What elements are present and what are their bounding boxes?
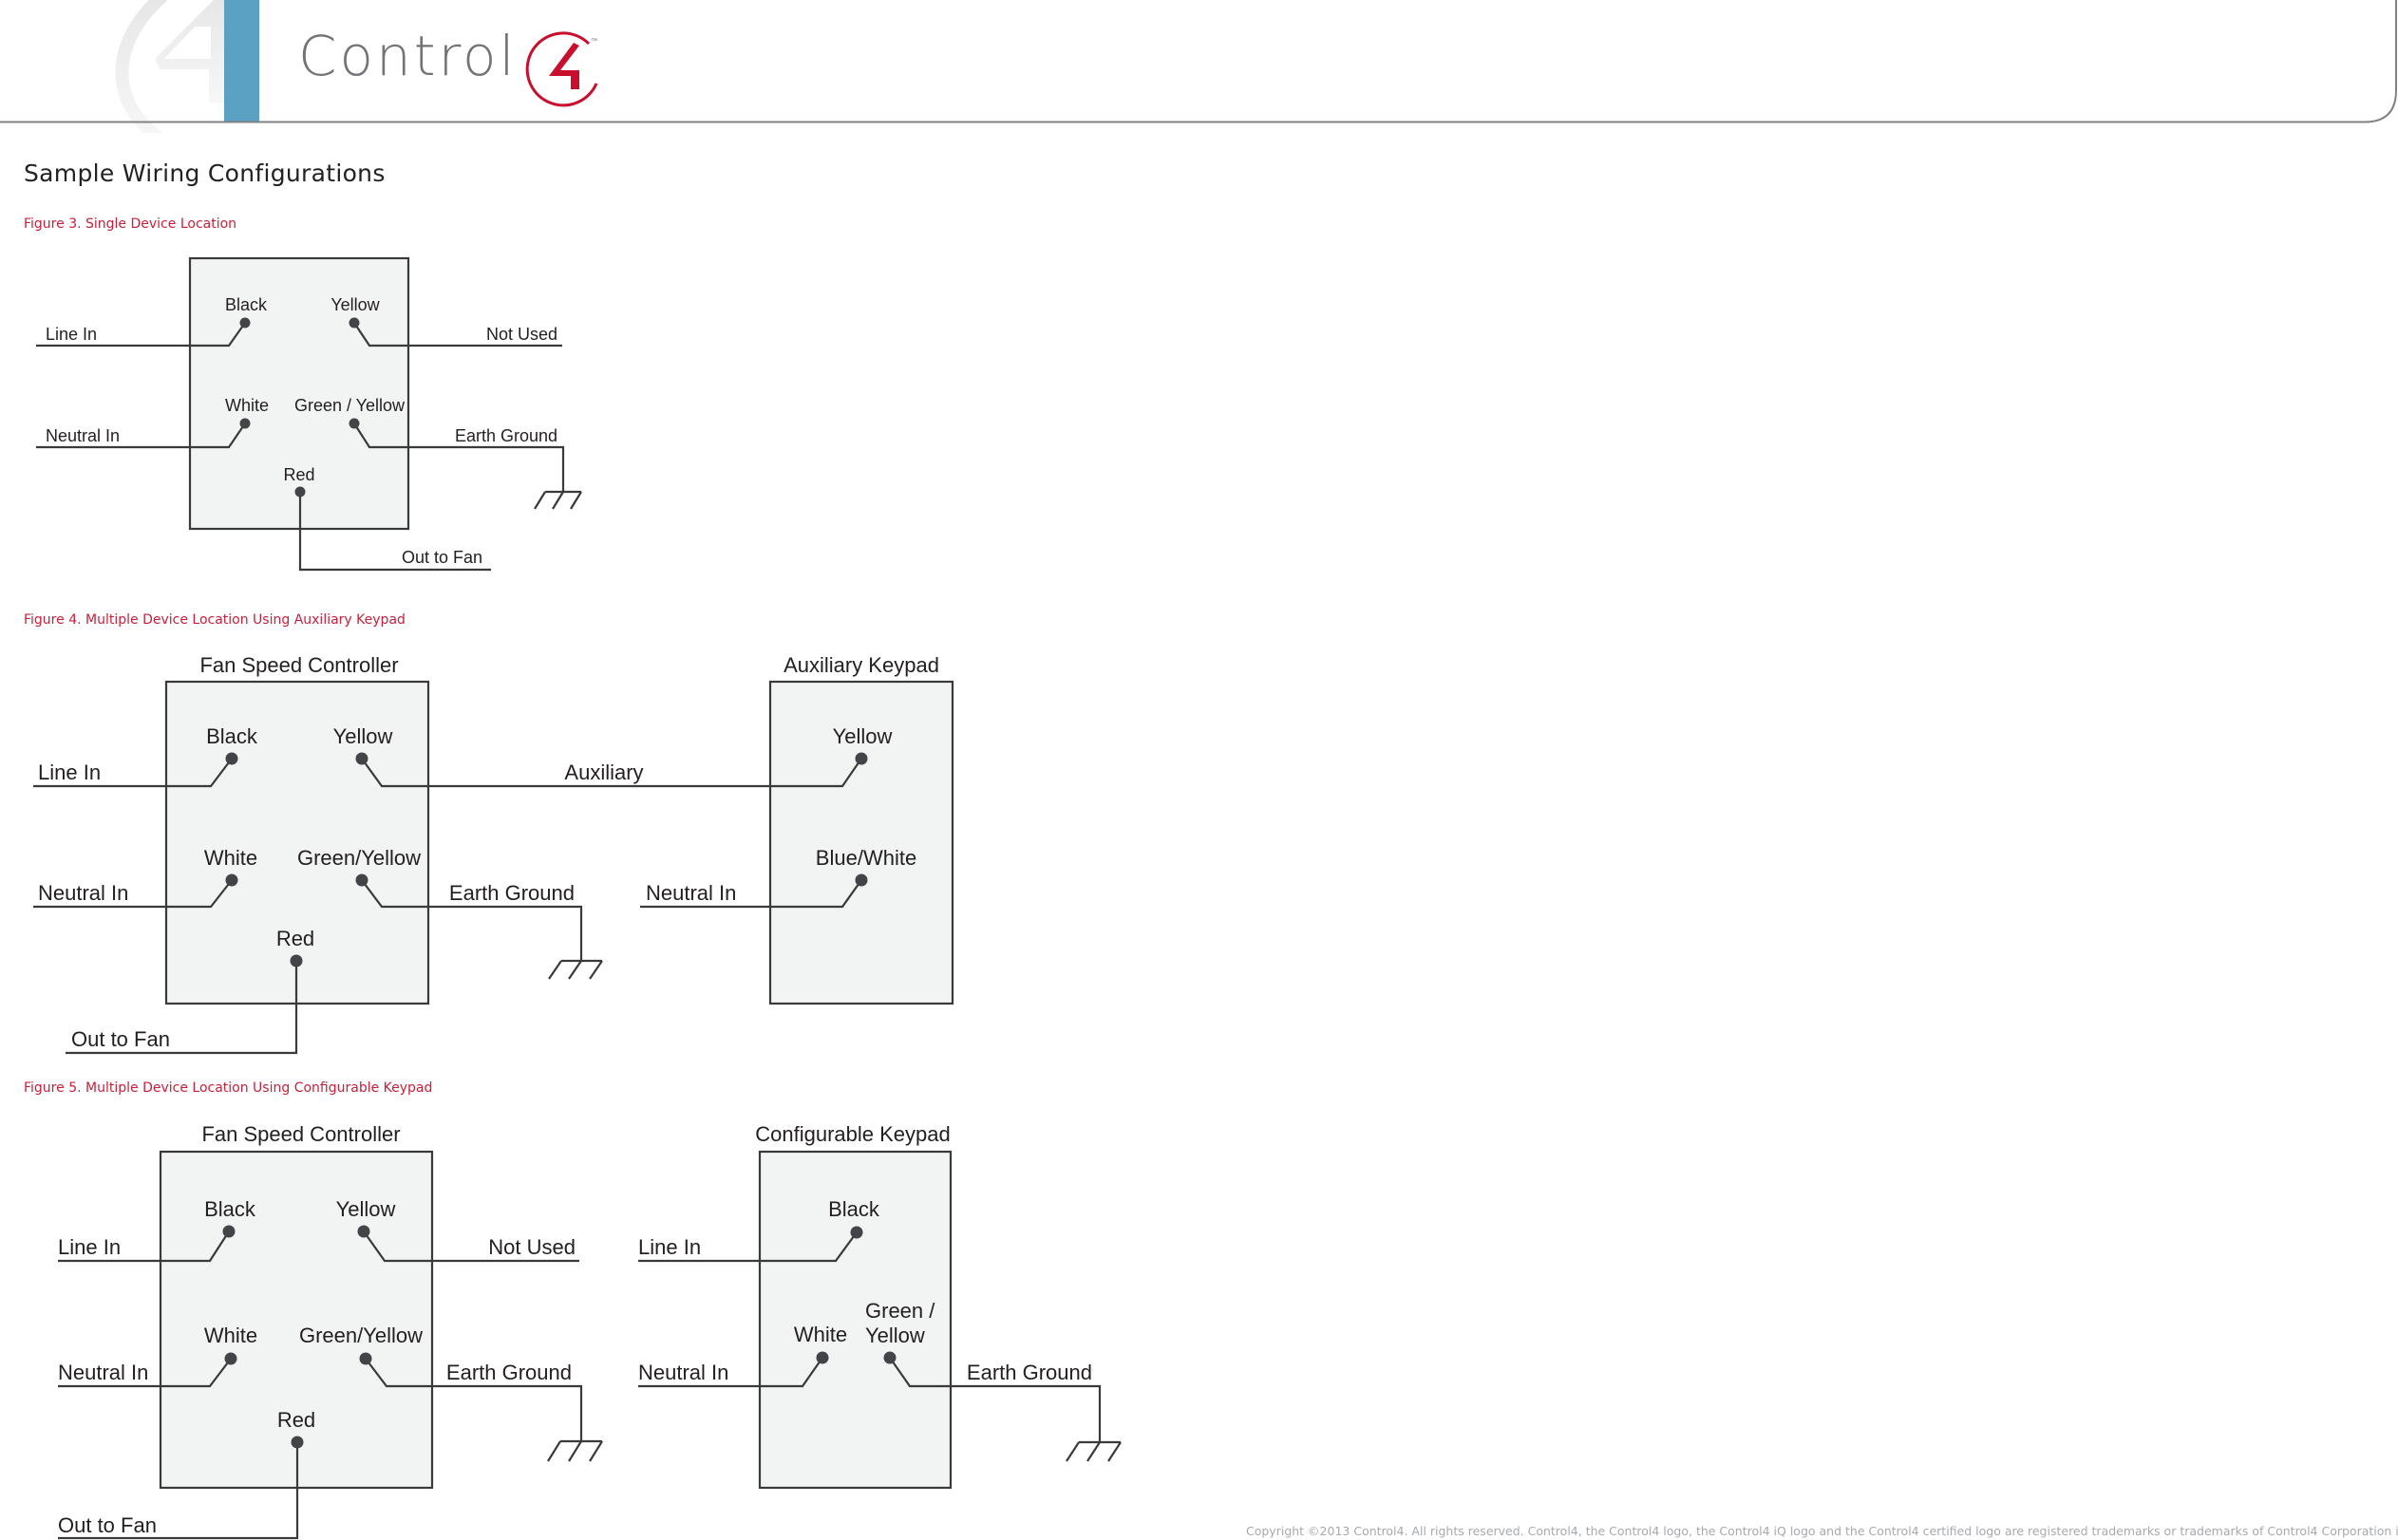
terminal-green-yellow: [883, 1351, 897, 1364]
device-title: Fan Speed Controller: [201, 1122, 400, 1146]
terminal-red: [291, 1436, 304, 1449]
terminal-white: [225, 873, 238, 887]
wire-label: Out to Fan: [402, 548, 482, 567]
terminal-label: Yellow: [336, 1197, 396, 1221]
wire-label: Not Used: [488, 1235, 576, 1259]
ground-symbol-icon: [548, 959, 603, 980]
ground-symbol-icon: [534, 490, 582, 510]
terminal-label: Green/Yellow: [299, 1324, 423, 1347]
wire-label: Neutral In: [46, 426, 120, 445]
terminal-yellow: [357, 1225, 370, 1238]
wire-label: Auxiliary: [564, 761, 643, 784]
terminal-black: [222, 1225, 236, 1238]
wire-label: Line In: [46, 325, 97, 344]
terminal-blue-white: [855, 873, 868, 887]
terminal-label: Red: [276, 927, 314, 950]
terminal-red: [294, 486, 306, 498]
wire-label: Neutral In: [638, 1361, 728, 1384]
terminal-label: Yellow: [330, 295, 380, 314]
wire-label: Earth Ground: [455, 426, 557, 445]
wire-label: Not Used: [486, 325, 557, 344]
terminal-label: Green/Yellow: [297, 846, 421, 870]
figure-4-diagram: Fan Speed Controller Auxiliary Keypad Bl…: [33, 653, 954, 1055]
terminal-white: [816, 1351, 829, 1364]
terminal-label: White: [794, 1323, 847, 1346]
terminal-white: [224, 1352, 237, 1365]
wire-label: Out to Fan: [58, 1513, 157, 1537]
device-title: Fan Speed Controller: [199, 653, 398, 677]
terminal-label: Green / Yellow: [294, 396, 406, 415]
wire-label: Earth Ground: [446, 1361, 572, 1384]
copyright-notice: Copyright ©2013 Control4. All rights res…: [1246, 1524, 2398, 1538]
wire-label: Line In: [638, 1235, 701, 1259]
terminal-black: [850, 1226, 863, 1239]
terminal-label: Yellow: [333, 724, 393, 748]
terminal-black: [225, 752, 238, 765]
terminal-label: Black: [225, 295, 268, 314]
terminal-label: Red: [283, 465, 314, 484]
wire-label: Earth Ground: [967, 1361, 1092, 1384]
wire-label: Neutral In: [646, 881, 736, 905]
figure-5-diagram: Fan Speed Controller Configurable Keypad: [58, 1122, 1122, 1540]
terminal-yellow: [855, 752, 868, 765]
wiring-diagrams: Black Yellow White Green / Yellow Red Li…: [33, 256, 1122, 1540]
document-page: ™ Control Sample Wiring Configurations F…: [0, 0, 2398, 1540]
device-title: Auxiliary Keypad: [784, 653, 939, 677]
wire-label: Line In: [58, 1235, 121, 1259]
ground-symbol-icon: [1066, 1440, 1122, 1462]
wire-label: Line In: [38, 761, 101, 784]
terminal-black: [239, 317, 251, 329]
terminal-yellow: [349, 317, 360, 329]
terminal-label: Black: [204, 1197, 256, 1221]
terminal-label: White: [225, 396, 269, 415]
wire-label: Out to Fan: [71, 1027, 170, 1051]
wire-label: Neutral In: [58, 1361, 148, 1384]
terminal-label: White: [204, 1324, 257, 1347]
terminal-label: Red: [277, 1408, 315, 1432]
ground-symbol-icon: [547, 1439, 603, 1462]
terminal-green-yellow: [359, 1352, 372, 1365]
terminal-label: Blue/White: [816, 846, 916, 870]
figure-3-diagram: Black Yellow White Green / Yellow Red Li…: [36, 256, 582, 572]
terminal-label: White: [204, 846, 257, 870]
terminal-label: Yellow: [865, 1324, 925, 1347]
terminal-label: Yellow: [833, 724, 893, 748]
terminal-label: Green /: [865, 1299, 935, 1323]
terminal-label: Black: [206, 724, 258, 748]
terminal-yellow: [355, 752, 368, 765]
wire-label: Earth Ground: [449, 881, 575, 905]
wire-label: Neutral In: [38, 881, 128, 905]
device-title: Configurable Keypad: [755, 1122, 950, 1146]
terminal-green-yellow: [355, 873, 368, 887]
terminal-red: [290, 954, 303, 967]
terminal-label: Black: [828, 1197, 880, 1221]
terminal-white: [239, 418, 251, 429]
terminal-green-yellow: [349, 418, 360, 429]
